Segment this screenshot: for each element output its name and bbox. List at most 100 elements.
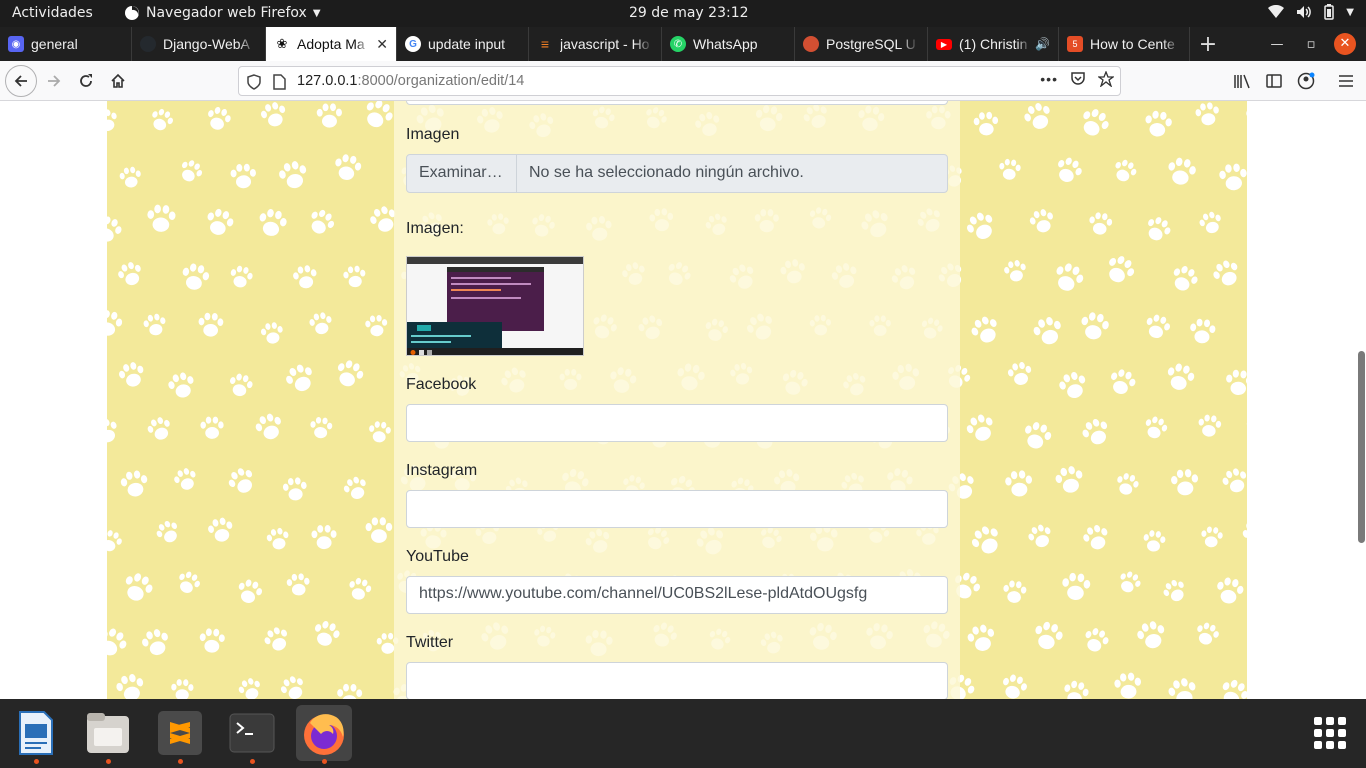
- tab-title: update input: [428, 36, 506, 52]
- paw-print: [335, 154, 362, 180]
- paw-print: [260, 322, 283, 344]
- paw-print: [260, 102, 286, 127]
- show-applications-icon[interactable]: [1314, 717, 1346, 749]
- facebook-input[interactable]: [406, 404, 948, 442]
- tab-whatsapp[interactable]: ✆ WhatsApp: [662, 27, 795, 61]
- paw-print: [316, 103, 342, 128]
- reload-button[interactable]: [72, 67, 100, 95]
- tab-stackoverflow[interactable]: ≡ javascript - Ho: [529, 27, 662, 61]
- libreoffice-writer-icon[interactable]: [8, 705, 64, 764]
- speaker-icon[interactable]: 🔊: [1035, 37, 1050, 51]
- tab-github[interactable]: Django-WebA: [132, 27, 266, 61]
- ubuntu-dock: [0, 699, 1366, 768]
- paw-print: [1004, 260, 1026, 282]
- paw-print: [107, 310, 123, 336]
- paw-print: [1173, 265, 1198, 291]
- paw-print: [1114, 672, 1142, 699]
- previous-field-input[interactable]: [406, 101, 948, 105]
- url-bar[interactable]: 127.0.0.1:8000/organization/edit/14 •••: [238, 66, 1121, 96]
- twitter-label: Twitter: [406, 634, 454, 651]
- account-icon[interactable]: [1294, 69, 1318, 93]
- paw-print: [107, 418, 117, 443]
- gnome-top-bar: Actividades Navegador web Firefox ▼ 29 d…: [0, 0, 1366, 27]
- paw-print: [143, 313, 166, 336]
- paw-print: [1213, 260, 1238, 286]
- paw-print: [264, 627, 287, 651]
- sidebar-icon[interactable]: [1262, 69, 1286, 93]
- wifi-icon: [1268, 5, 1285, 18]
- paw-print: [119, 362, 144, 387]
- tab-w3schools[interactable]: 5 How to Cente: [1059, 27, 1190, 61]
- paw-print: [1197, 622, 1219, 645]
- close-window-button[interactable]: ✕: [1334, 33, 1356, 55]
- firefox-icon[interactable]: [296, 705, 352, 764]
- volume-icon: [1297, 6, 1312, 18]
- paw-print: [1198, 414, 1222, 437]
- paw-print: [286, 364, 312, 392]
- maximize-button[interactable]: ▫: [1294, 37, 1328, 52]
- close-tab-icon[interactable]: ✕: [376, 36, 388, 53]
- tab-title: WhatsApp: [693, 36, 758, 52]
- back-button[interactable]: [5, 65, 37, 97]
- system-tray[interactable]: ▼: [1268, 4, 1354, 20]
- tab-google[interactable]: G update input: [397, 27, 529, 61]
- paw-print: [286, 573, 310, 596]
- library-icon[interactable]: [1230, 69, 1254, 93]
- paw-print: [255, 413, 281, 440]
- bookmark-star-icon[interactable]: [1098, 71, 1114, 87]
- tab-title: (1) Christin: [959, 36, 1028, 52]
- pocket-icon[interactable]: [1070, 71, 1086, 87]
- terminal-icon[interactable]: [224, 705, 280, 764]
- page-info-icon[interactable]: [273, 74, 286, 90]
- clock[interactable]: 29 de may 23:12: [629, 5, 749, 21]
- paw-print: [1195, 102, 1219, 126]
- twitter-input[interactable]: [406, 662, 948, 699]
- tab-title: How to Cente: [1090, 36, 1175, 52]
- paw-print: [116, 674, 144, 699]
- paw-print: [311, 209, 335, 234]
- paw-print: [1163, 579, 1184, 602]
- activities-button[interactable]: Actividades: [12, 5, 93, 21]
- system-menu-chevron-icon: ▼: [1346, 6, 1354, 18]
- paw-print: [349, 577, 372, 600]
- paw-print: [967, 624, 995, 651]
- page-actions-icon[interactable]: •••: [1040, 71, 1058, 87]
- image-file-input[interactable]: Examinar… No se ha seleccionado ningún a…: [406, 154, 948, 193]
- paw-print: [1005, 470, 1033, 497]
- paw-print: [1024, 103, 1050, 129]
- url-text: 127.0.0.1:8000/organization/edit/14: [297, 73, 524, 89]
- forward-button[interactable]: [40, 67, 68, 95]
- paw-print: [147, 204, 176, 232]
- paw-print: [971, 526, 998, 554]
- paw-print: [182, 263, 210, 290]
- app-menu[interactable]: Navegador web Firefox ▼: [124, 5, 321, 21]
- paw-print: [1246, 109, 1247, 117]
- url-host: 127.0.0.1: [297, 73, 358, 89]
- paw-print: [1171, 469, 1199, 496]
- files-icon[interactable]: [80, 705, 136, 764]
- new-tab-button[interactable]: +: [1190, 27, 1226, 61]
- minimize-button[interactable]: —: [1260, 37, 1294, 52]
- app-menu-label: Navegador web Firefox: [146, 5, 307, 21]
- browse-button[interactable]: Examinar…: [407, 155, 517, 192]
- stackoverflow-icon: ≡: [540, 36, 550, 52]
- tab-postgresql[interactable]: PostgreSQL U: [795, 27, 928, 61]
- tab-adopta-active[interactable]: ❀ Adopta Ma ✕: [266, 27, 397, 61]
- paw-print: [973, 111, 999, 136]
- sublime-text-icon[interactable]: [152, 705, 208, 764]
- tab-discord[interactable]: ◉ general: [0, 27, 132, 61]
- paw-print: [282, 477, 307, 501]
- shield-icon[interactable]: [247, 74, 261, 90]
- youtube-input[interactable]: https://www.youtube.com/channel/UC0BS2lL…: [406, 576, 948, 614]
- paw-print: [119, 166, 141, 188]
- paw-print: [1168, 157, 1196, 185]
- paw-print: [168, 372, 194, 398]
- instagram-input[interactable]: [406, 490, 948, 528]
- home-button[interactable]: [104, 67, 132, 95]
- paw-icon: ❀: [276, 36, 288, 51]
- paw-print: [971, 316, 997, 343]
- page-scrollbar[interactable]: [1358, 351, 1365, 543]
- hamburger-menu-icon[interactable]: [1334, 69, 1358, 93]
- facebook-label: Facebook: [406, 376, 477, 393]
- tab-youtube[interactable]: ▶ (1) Christin 🔊: [928, 27, 1059, 61]
